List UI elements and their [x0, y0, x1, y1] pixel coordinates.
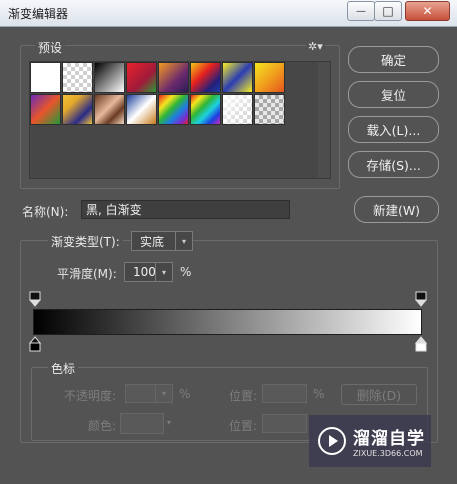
- title-bar: 渐变编辑器 — □ ✕: [0, 0, 457, 27]
- chevron-down-icon: ▾: [155, 385, 172, 402]
- name-input[interactable]: 黑, 白渐变: [81, 200, 290, 219]
- smoothness-label: 平滑度(M):: [57, 267, 117, 281]
- watermark-brand: 溜溜自学: [353, 429, 425, 449]
- preset-swatch[interactable]: [30, 94, 61, 125]
- minimize-button[interactable]: —: [347, 1, 375, 21]
- preset-swatch[interactable]: [254, 94, 285, 125]
- preset-swatch[interactable]: [190, 62, 221, 93]
- preset-swatch[interactable]: [158, 94, 189, 125]
- opacity-position-input[interactable]: [262, 384, 307, 403]
- color-stops-legend: 色标: [48, 360, 79, 377]
- gradient-type-label: 渐变类型(T):: [48, 233, 123, 250]
- save-button[interactable]: 存储(S)...: [348, 151, 439, 178]
- preset-row-2: [30, 94, 285, 125]
- load-button[interactable]: 载入(L)...: [348, 116, 439, 143]
- smoothness-input[interactable]: 100 ▾: [124, 262, 173, 282]
- opacity-stop-left[interactable]: [29, 291, 41, 307]
- gradient-type-select[interactable]: 实底 ▾: [131, 231, 193, 251]
- opacity-unit: %: [179, 387, 191, 401]
- color-position-input[interactable]: [262, 414, 307, 433]
- delete-opacity-button[interactable]: 删除(D): [341, 384, 417, 405]
- watermark: 溜溜自学 ZIXUE.3D66.COM: [309, 415, 431, 467]
- preset-swatch[interactable]: [30, 62, 61, 93]
- play-logo-icon: [318, 427, 346, 455]
- chevron-down-icon: ▾: [155, 263, 172, 281]
- ok-button[interactable]: 确定: [348, 46, 439, 73]
- gradient-preview-bar[interactable]: [33, 309, 422, 335]
- preset-swatch[interactable]: [62, 62, 93, 93]
- preset-swatch[interactable]: [222, 94, 253, 125]
- name-value: 黑, 白渐变: [86, 203, 142, 217]
- presets-label: 预设: [35, 39, 66, 56]
- color-stop-left[interactable]: [29, 336, 41, 352]
- preset-swatch[interactable]: [254, 62, 285, 93]
- maximize-icon: □: [382, 4, 394, 18]
- color-stop-right[interactable]: [415, 336, 427, 352]
- smoothness-value: 100: [133, 265, 156, 279]
- opacity-input[interactable]: ▾: [125, 384, 173, 403]
- preset-row-1: [30, 62, 285, 93]
- close-button[interactable]: ✕: [405, 1, 450, 21]
- color-position-label: 位置:: [229, 419, 258, 433]
- chevron-down-icon: ▾: [167, 418, 172, 427]
- preset-swatch[interactable]: [158, 62, 189, 93]
- color-label: 颜色:: [88, 419, 117, 433]
- chevron-down-icon: ▾: [175, 232, 192, 250]
- minimize-icon: —: [356, 5, 366, 17]
- opacity-stop-right[interactable]: [415, 291, 427, 307]
- close-icon: ✕: [422, 4, 433, 18]
- maximize-button[interactable]: □: [374, 1, 402, 21]
- opacity-position-label: 位置:: [229, 389, 258, 403]
- new-button[interactable]: 新建(W): [354, 196, 439, 223]
- gradient-type-value: 实底: [140, 234, 165, 249]
- smoothness-unit: %: [180, 265, 192, 279]
- reset-button[interactable]: 复位: [348, 81, 439, 108]
- preset-swatch[interactable]: [222, 62, 253, 93]
- preset-swatch[interactable]: [126, 62, 157, 93]
- preset-swatch[interactable]: [62, 94, 93, 125]
- preset-swatch[interactable]: [126, 94, 157, 125]
- preset-scrollbar[interactable]: [318, 62, 330, 178]
- color-swatch[interactable]: [120, 413, 164, 434]
- opacity-position-unit: %: [313, 387, 325, 401]
- preset-swatch[interactable]: [94, 94, 125, 125]
- watermark-url: ZIXUE.3D66.COM: [353, 449, 423, 458]
- preset-swatch[interactable]: [190, 94, 221, 125]
- opacity-label: 不透明度:: [64, 389, 117, 403]
- watermark-text: 溜溜自学 ZIXUE.3D66.COM: [353, 424, 425, 458]
- preset-swatch[interactable]: [94, 62, 125, 93]
- gear-icon[interactable]: ✲▾: [306, 40, 325, 53]
- window-title: 渐变编辑器: [8, 7, 69, 21]
- name-label: 名称(N):: [22, 205, 69, 219]
